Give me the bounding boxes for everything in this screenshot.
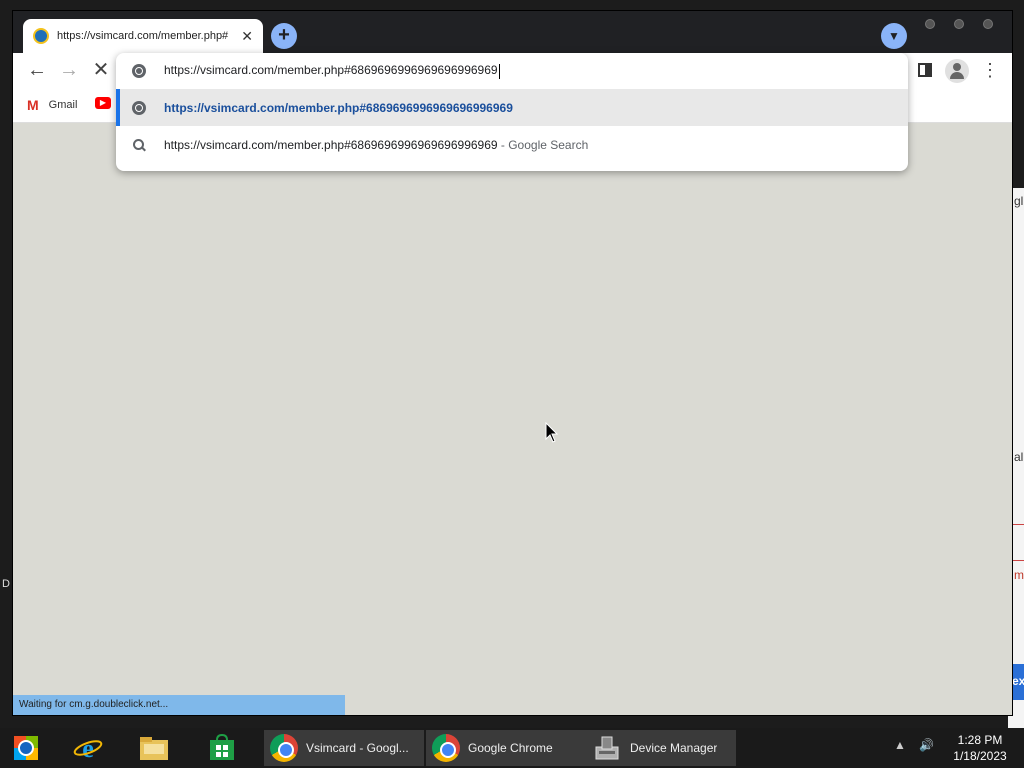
youtube-icon: ▶ [95,97,111,109]
start-orb-icon [14,736,38,760]
start-button[interactable] [8,731,44,765]
taskbar-clock[interactable]: 1:28 PM 1/18/2023 [940,732,1020,764]
internet-explorer-icon[interactable]: e [70,731,106,765]
status-bubble: Waiting for cm.g.doubleclick.net... [13,695,345,715]
menu-button[interactable]: ⋮ [981,59,999,83]
device-manager-icon [595,736,619,760]
desktop-fragment: D [2,578,10,590]
maximize-button[interactable] [954,19,964,29]
site-favicon-icon [33,28,49,44]
clock-date: 1/18/2023 [953,749,1007,763]
globe-icon [132,64,146,78]
bg-text-fragment: gl [1014,194,1024,208]
bookmark-gmail[interactable]: M Gmail [27,97,77,113]
gmail-icon: M [27,97,39,113]
taskbar: e Vsimcard - Googl... Google Chrome Devi… [0,728,1024,768]
text-caret [498,63,500,79]
chrome-icon [270,734,298,762]
taskbar-item-label: Google Chrome [468,741,553,755]
address-bar[interactable]: https://vsimcard.com/member.php#68696969… [116,53,908,89]
minimize-button[interactable] [925,19,935,29]
file-explorer-icon[interactable] [136,731,172,765]
taskbar-item-google-chrome[interactable]: Google Chrome [426,730,586,766]
volume-icon[interactable]: 🔊 [919,738,934,752]
search-icon [132,138,146,152]
bg-text-fragment: m [1014,568,1024,582]
side-panel-icon[interactable] [918,63,932,77]
tab-title: https://vsimcard.com/member.php# [57,30,229,42]
forward-button[interactable]: → [57,59,81,83]
stop-loading-button[interactable]: ✕ [89,59,113,83]
new-tab-button[interactable]: + [271,23,297,49]
globe-icon [132,100,146,115]
close-tab-icon[interactable]: ✕ [241,28,253,45]
tray-tray: ▲ 🔊 [894,738,934,752]
tab-vsimcard[interactable]: https://vsimcard.com/member.php# ✕ [23,19,263,53]
back-button[interactable]: ← [25,59,49,83]
tab-strip: https://vsimcard.com/member.php# ✕ + ▼ [13,11,1012,53]
address-text: https://vsimcard.com/member.php#68696969… [164,63,498,78]
suggestion-url[interactable]: https://vsimcard.com/member.php#68696969… [116,89,908,126]
profile-avatar[interactable] [945,59,969,83]
tab-search-button[interactable]: ▼ [881,23,907,49]
suggestion-text: https://vsimcard.com/member.php#68696969… [164,137,498,152]
taskbar-item-device-manager[interactable]: Device Manager [586,730,736,766]
close-window-button[interactable] [983,19,993,29]
bookmark-label: Gmail [48,99,78,111]
suggestion-suffix: - Google Search [497,137,589,152]
omnibox-dropdown: https://vsimcard.com/member.php#68696969… [116,53,908,171]
suggestion-text: https://vsimcard.com/member.php#68696969… [164,100,513,115]
mouse-cursor-icon [545,422,559,443]
page-content[interactable]: Waiting for cm.g.doubleclick.net... [13,123,1012,715]
taskbar-item-vsimcard[interactable]: Vsimcard - Googl... [264,730,424,766]
taskbar-item-label: Device Manager [630,741,718,755]
taskbar-item-label: Vsimcard - Googl... [306,741,409,755]
clock-time: 1:28 PM [957,733,1003,747]
chrome-icon [432,734,460,762]
store-icon[interactable] [204,731,240,765]
svg-text:e: e [82,734,94,763]
show-hidden-icons-icon[interactable]: ▲ [894,738,906,752]
bookmark-youtube[interactable]: ▶ [95,97,111,109]
bg-text-fragment: al [1014,450,1024,464]
suggestion-search[interactable]: https://vsimcard.com/member.php#68696969… [116,126,908,163]
